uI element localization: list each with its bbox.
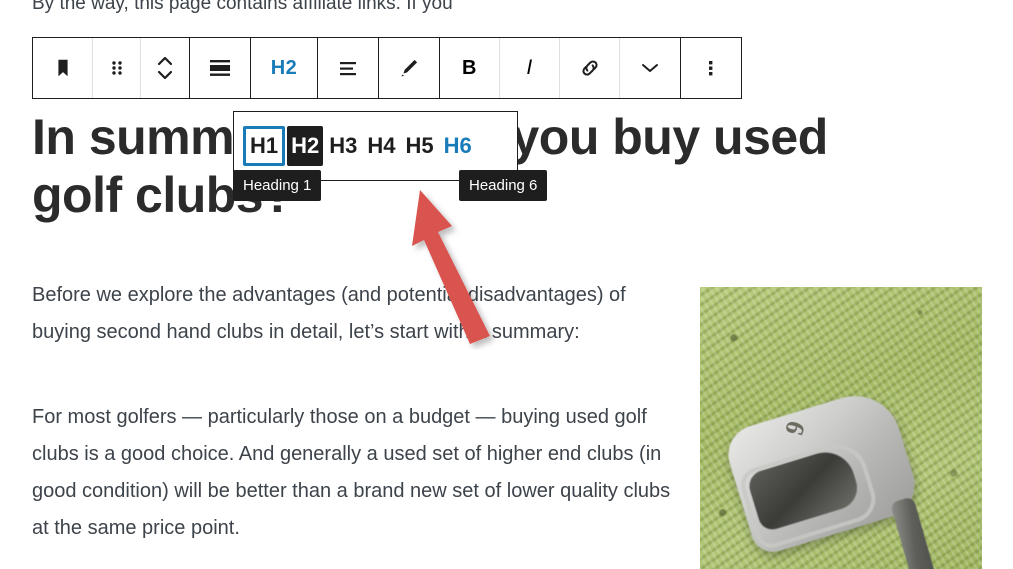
obscured-paragraph-above-toolbar: By the way, this page contains affiliate…: [32, 0, 453, 14]
heading-level-option-h2[interactable]: H2: [287, 126, 324, 166]
toolbar-group-highlight: [379, 38, 440, 98]
heading-level-option-h4[interactable]: H4: [363, 126, 399, 166]
drag-handle-icon: [109, 57, 125, 79]
heading-level-option-h3[interactable]: H3: [325, 126, 361, 166]
golf-club-image[interactable]: 6: [700, 287, 982, 569]
link-icon: [578, 56, 602, 80]
more-formats-button[interactable]: [620, 38, 680, 98]
toolbar-group-inline-format: B I: [440, 38, 681, 98]
chevron-down-icon: [639, 60, 661, 76]
toolbar-group-block-controls: [33, 38, 190, 98]
bookmark-block-button[interactable]: [33, 38, 93, 98]
highlight-button[interactable]: [379, 38, 439, 98]
block-toolbar[interactable]: H2 B I: [32, 37, 742, 99]
italic-icon: I: [526, 56, 533, 79]
align-text-button[interactable]: [318, 38, 378, 98]
toolbar-group-alignment: [318, 38, 379, 98]
link-button[interactable]: [560, 38, 620, 98]
heading-block-icon: [207, 57, 233, 79]
tooltip-heading-6: Heading 6: [459, 170, 548, 201]
italic-button[interactable]: I: [500, 38, 560, 98]
more-options-vertical-dots-icon: [707, 56, 715, 80]
bookmark-block-icon: [52, 57, 74, 79]
move-up-down-icon: [155, 53, 175, 83]
bold-button[interactable]: B: [440, 38, 500, 98]
tooltip-heading-1: Heading 1: [233, 170, 322, 201]
heading-level-option-h1[interactable]: H1: [243, 126, 286, 166]
heading-level-label: H2: [270, 56, 298, 79]
drag-handle-button[interactable]: [93, 38, 141, 98]
block-type-button[interactable]: [190, 38, 250, 98]
bold-icon: B: [462, 56, 477, 79]
toolbar-group-block-type: [190, 38, 251, 98]
heading-level-button[interactable]: H2: [251, 38, 317, 98]
body-paragraph-2[interactable]: For most golfers — particularly those on…: [32, 399, 684, 547]
highlighter-pen-icon: [397, 56, 421, 80]
move-up-down-button[interactable]: [141, 38, 189, 98]
toolbar-group-heading-level: H2: [251, 38, 318, 98]
heading-level-option-h5[interactable]: H5: [402, 126, 438, 166]
body-paragraph-1[interactable]: Before we explore the advantages (and po…: [32, 277, 684, 351]
align-text-left-icon: [335, 57, 361, 79]
more-options-button[interactable]: [681, 38, 741, 98]
heading-level-option-h6[interactable]: H6: [440, 126, 476, 166]
toolbar-group-more: [681, 38, 741, 98]
